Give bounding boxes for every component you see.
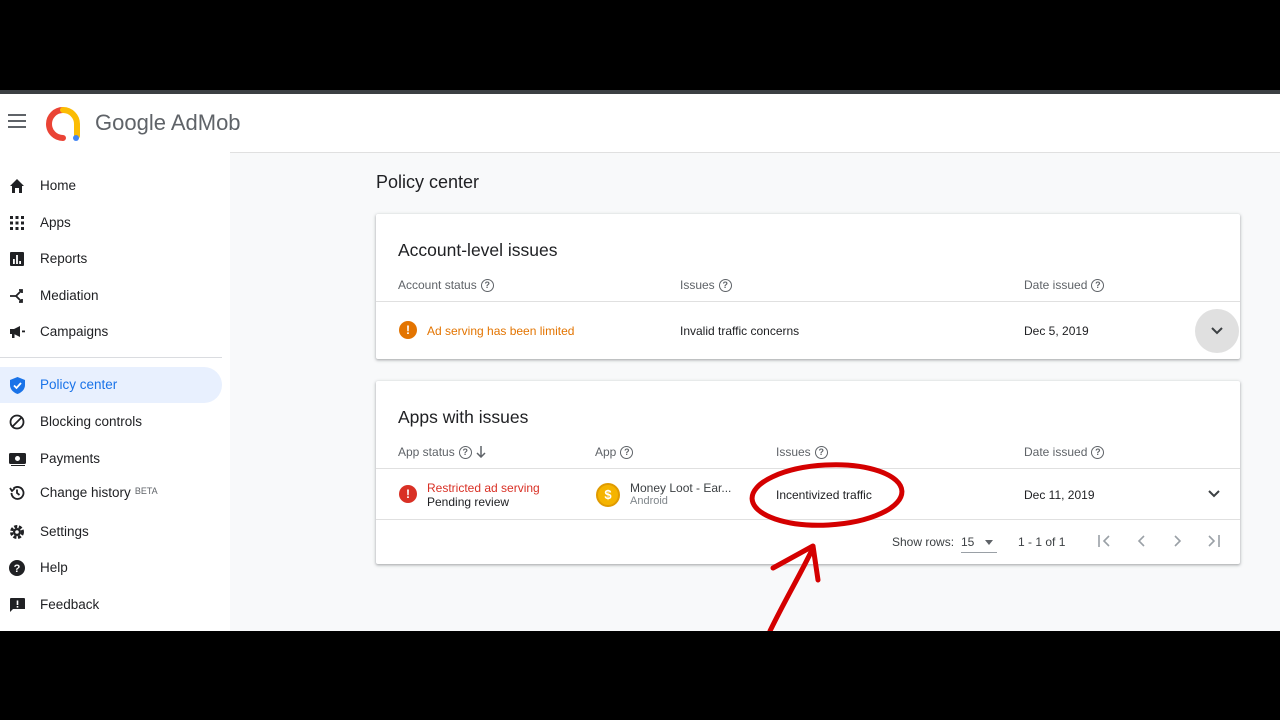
- column-header-issues[interactable]: Issues?: [776, 445, 828, 459]
- sidebar-item-label: Payments: [40, 451, 101, 466]
- sidebar-item-campaigns[interactable]: Campaigns: [0, 314, 222, 350]
- sidebar-item-label: Campaigns: [40, 324, 109, 339]
- sidebar-item-reports[interactable]: Reports: [0, 241, 222, 277]
- first-page-icon: [1098, 535, 1110, 547]
- help-icon: ?: [8, 559, 26, 577]
- account-issue-text: Invalid traffic concerns: [680, 324, 800, 338]
- chevron-down-icon: [1208, 490, 1220, 498]
- last-page-icon: [1208, 535, 1220, 547]
- feedback-icon: [8, 596, 26, 614]
- app-status-text: Restricted ad serving: [427, 481, 540, 495]
- chevron-right-icon: [1174, 535, 1182, 547]
- expand-row-button[interactable]: [1192, 472, 1236, 516]
- first-page-button[interactable]: [1092, 529, 1116, 553]
- show-rows-label: Show rows:: [892, 535, 955, 549]
- help-circle-icon[interactable]: ?: [480, 278, 494, 292]
- sidebar-item-label: Change history BETA: [40, 485, 158, 500]
- card-title: Account-level issues: [398, 240, 558, 260]
- help-circle-icon[interactable]: ?: [718, 278, 732, 292]
- sidebar-item-payments[interactable]: Payments: [0, 441, 222, 477]
- error-icon: !: [399, 485, 417, 503]
- column-header-date-issued[interactable]: Date issued?: [1024, 278, 1105, 292]
- app-name-link[interactable]: Money Loot - Ear...: [630, 481, 731, 495]
- app-issue-text: Incentivized traffic: [776, 488, 872, 502]
- admob-logo-icon: [46, 107, 80, 141]
- arrow-down-icon[interactable]: [476, 446, 486, 458]
- help-circle-icon[interactable]: ?: [1091, 445, 1105, 459]
- sidebar-item-label: Help: [40, 560, 68, 575]
- svg-text:?: ?: [14, 563, 21, 575]
- sidebar-item-settings[interactable]: Settings: [0, 514, 222, 550]
- pagination-range: 1 - 1 of 1: [1018, 535, 1066, 549]
- account-date-text: Dec 5, 2019: [1024, 324, 1089, 338]
- apps-grid-icon: [8, 214, 26, 232]
- sidebar-item-label: Reports: [40, 251, 88, 266]
- sidebar-item-home[interactable]: Home: [0, 168, 222, 204]
- sidebar-item-label: Policy center: [40, 377, 118, 392]
- chevron-left-icon: [1137, 535, 1145, 547]
- help-circle-icon[interactable]: ?: [814, 445, 828, 459]
- column-header-app[interactable]: App?: [595, 445, 634, 459]
- row-divider: [376, 468, 1240, 469]
- dropdown-arrow-icon: [985, 540, 993, 545]
- sidebar-item-label: Feedback: [40, 597, 100, 612]
- account-issues-card: Account-level issues Account status? Iss…: [376, 214, 1240, 359]
- chevron-down-icon: [1211, 327, 1223, 335]
- app-coin-icon: $: [596, 483, 620, 507]
- app-date-text: Dec 11, 2019: [1024, 488, 1095, 502]
- help-circle-icon[interactable]: ?: [458, 445, 472, 459]
- app-header: Google AdMob: [0, 94, 1280, 153]
- help-circle-icon[interactable]: ?: [1091, 278, 1105, 292]
- menu-icon[interactable]: [8, 114, 26, 128]
- column-header-date-issued[interactable]: Date issued?: [1024, 445, 1105, 459]
- row-divider: [376, 301, 1240, 302]
- sidebar-item-policy-center[interactable]: Policy center: [0, 367, 222, 403]
- megaphone-icon: [8, 323, 26, 341]
- block-icon: [8, 413, 26, 431]
- sidebar-item-change-history[interactable]: Change history BETA: [0, 475, 222, 511]
- column-header-account-status[interactable]: Account status?: [398, 278, 494, 292]
- last-page-button[interactable]: [1202, 529, 1226, 553]
- sidebar-item-mediation[interactable]: Mediation: [0, 278, 222, 314]
- reports-icon: [8, 250, 26, 268]
- next-page-button[interactable]: [1166, 529, 1190, 553]
- app-platform-text: Android: [630, 495, 668, 507]
- column-header-issues[interactable]: Issues?: [680, 278, 732, 292]
- history-icon: [8, 484, 26, 502]
- page-title: Policy center: [376, 172, 480, 192]
- app-substatus-text: Pending review: [427, 495, 510, 509]
- sidebar-item-blocking-controls[interactable]: Blocking controls: [0, 404, 222, 440]
- payments-icon: [8, 450, 26, 468]
- rows-per-page-select[interactable]: 15: [961, 527, 997, 553]
- expand-row-button[interactable]: [1195, 309, 1239, 353]
- beta-badge: BETA: [134, 486, 158, 496]
- gear-icon: [8, 523, 26, 541]
- account-status-text: Ad serving has been limited: [427, 324, 575, 338]
- row-divider: [376, 519, 1240, 520]
- sidebar-item-help[interactable]: ? Help: [0, 550, 222, 586]
- warning-icon: !: [399, 321, 417, 339]
- column-header-app-status[interactable]: App status?: [398, 445, 486, 459]
- sidebar-item-feedback[interactable]: Feedback: [0, 587, 222, 623]
- sidebar-divider: [0, 357, 222, 358]
- previous-page-button[interactable]: [1129, 529, 1153, 553]
- brand-name: Google AdMob: [95, 110, 241, 135]
- sidebar-item-label: Apps: [40, 215, 71, 230]
- sidebar-item-label: Mediation: [40, 288, 99, 303]
- sidebar-item-label: Blocking controls: [40, 414, 143, 429]
- rows-per-page-value: 15: [961, 535, 975, 549]
- mediation-icon: [8, 287, 26, 305]
- sidebar-item-label: Settings: [40, 524, 89, 539]
- sidebar: Home Apps Reports Mediation Campaigns Po…: [0, 152, 230, 631]
- sidebar-item-apps[interactable]: Apps: [0, 205, 222, 241]
- apps-issues-card: Apps with issues App status? App? Issues…: [376, 381, 1240, 564]
- home-icon: [8, 177, 26, 195]
- admob-window: Google AdMob Home Apps Reports Mediation…: [0, 90, 1280, 631]
- sidebar-item-label: Home: [40, 178, 77, 193]
- shield-check-icon: [8, 376, 26, 394]
- help-circle-icon[interactable]: ?: [620, 445, 634, 459]
- card-title: Apps with issues: [398, 407, 529, 427]
